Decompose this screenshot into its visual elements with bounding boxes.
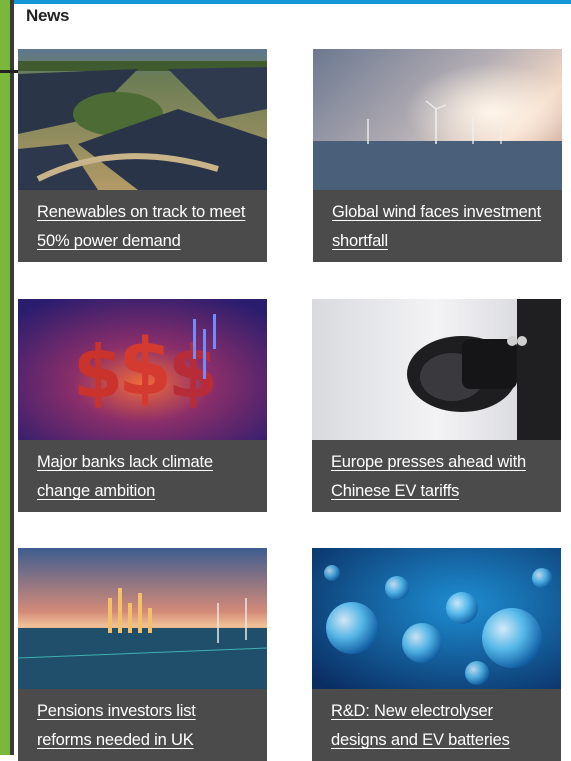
news-image-solar-farm[interactable]: [18, 49, 267, 190]
news-caption: R&D: New electrolyser designs and EV bat…: [312, 689, 561, 761]
news-image-bubbles[interactable]: [312, 548, 561, 689]
news-card-pensions[interactable]: Pensions investors list reforms needed i…: [18, 548, 267, 761]
news-caption: Renewables on track to meet 50% power de…: [18, 190, 267, 262]
news-caption: Major banks lack climate change ambition: [18, 440, 267, 512]
news-image-dollar-signs[interactable]: $ $ $: [18, 299, 267, 440]
news-link-pensions[interactable]: Pensions investors list reforms needed i…: [37, 702, 196, 749]
news-link-electrolyser[interactable]: R&D: New electrolyser designs and EV bat…: [331, 702, 510, 749]
accent-tick: [0, 70, 18, 73]
header-rule: [14, 0, 571, 4]
news-link-ev-tariffs[interactable]: Europe presses ahead with Chinese EV tar…: [331, 453, 526, 500]
news-image-ev-charger[interactable]: [312, 299, 561, 440]
section-title: News: [26, 6, 70, 25]
accent-bar-dark: [10, 0, 14, 755]
svg-text:$: $: [73, 330, 123, 414]
news-link-renewables[interactable]: Renewables on track to meet 50% power de…: [37, 203, 245, 250]
news-card-electrolyser[interactable]: R&D: New electrolyser designs and EV bat…: [312, 548, 561, 761]
svg-text:$: $: [118, 323, 172, 413]
accent-bar-green: [0, 0, 10, 755]
news-image-city-chart[interactable]: [18, 548, 267, 689]
news-caption: Pensions investors list reforms needed i…: [18, 689, 267, 761]
news-card-wind[interactable]: Global wind faces investment shortfall: [313, 49, 562, 262]
news-link-wind[interactable]: Global wind faces investment shortfall: [332, 203, 541, 250]
news-image-offshore-wind[interactable]: [313, 49, 562, 190]
news-link-banks[interactable]: Major banks lack climate change ambition: [37, 453, 213, 500]
news-card-ev-tariffs[interactable]: Europe presses ahead with Chinese EV tar…: [312, 299, 561, 512]
news-caption: Global wind faces investment shortfall: [313, 190, 562, 262]
news-caption: Europe presses ahead with Chinese EV tar…: [312, 440, 561, 512]
news-card-renewables[interactable]: Renewables on track to meet 50% power de…: [18, 49, 267, 262]
news-card-banks[interactable]: $ $ $ Major banks lack climate change am…: [18, 299, 267, 512]
